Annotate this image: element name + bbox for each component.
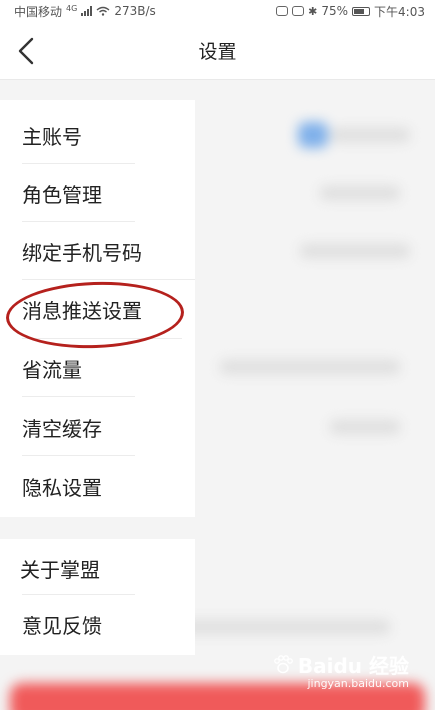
clock-time: 下午4:03: [374, 4, 425, 19]
divider: [22, 455, 135, 456]
divider: [22, 396, 135, 397]
nav-bar: 设置: [0, 22, 435, 80]
status-right: ✱ 75% 下午4:03: [276, 3, 425, 20]
menu-item-clear-cache[interactable]: 清空缓存: [0, 398, 195, 456]
menu-item-privacy-settings[interactable]: 隐私设置: [0, 457, 195, 515]
battery-percent: 75%: [321, 4, 349, 18]
paw-icon: [273, 654, 293, 673]
menu-item-data-saver[interactable]: 省流量: [0, 339, 195, 397]
menu-item-push-notification-settings[interactable]: 消息推送设置: [0, 280, 195, 338]
menu-item-role-management[interactable]: 角色管理: [0, 164, 195, 222]
watermark-brand: Baidu 经验: [297, 654, 409, 678]
menu-item-main-account[interactable]: 主账号: [0, 106, 195, 164]
menu-item-feedback[interactable]: 意见反馈: [0, 595, 195, 653]
menu-item-about[interactable]: 关于掌盟: [0, 539, 195, 597]
wifi-icon: [96, 6, 110, 16]
network-type: 4G: [66, 3, 78, 13]
page-title: 设置: [198, 41, 237, 63]
status-left: 中国移动 4G 273B/s: [14, 3, 156, 20]
network-speed: 273B/s: [114, 4, 156, 18]
back-button[interactable]: [8, 34, 44, 68]
settings-menu-panel: 主账号 角色管理 绑定手机号码 消息推送设置 省流量 清空缓存 隐私设置 关于掌…: [0, 100, 195, 655]
nfc-icon: [292, 6, 305, 16]
eye-icon: [276, 6, 289, 16]
chevron-left-icon: [18, 37, 34, 65]
carrier-label: 中国移动: [14, 4, 63, 19]
bluetooth-icon: ✱: [308, 4, 318, 18]
section-gap: [0, 517, 195, 539]
signal-icon: [81, 6, 93, 16]
battery-icon: [352, 6, 371, 16]
baidu-jingyan-watermark: Baidu 经验 jingyan.baidu.com: [272, 650, 409, 690]
menu-item-bind-phone[interactable]: 绑定手机号码: [0, 222, 195, 280]
status-bar: 中国移动 4G 273B/s ✱ 75% 下午4:03: [0, 0, 435, 22]
watermark-url: jingyan.baidu.com: [307, 677, 409, 690]
